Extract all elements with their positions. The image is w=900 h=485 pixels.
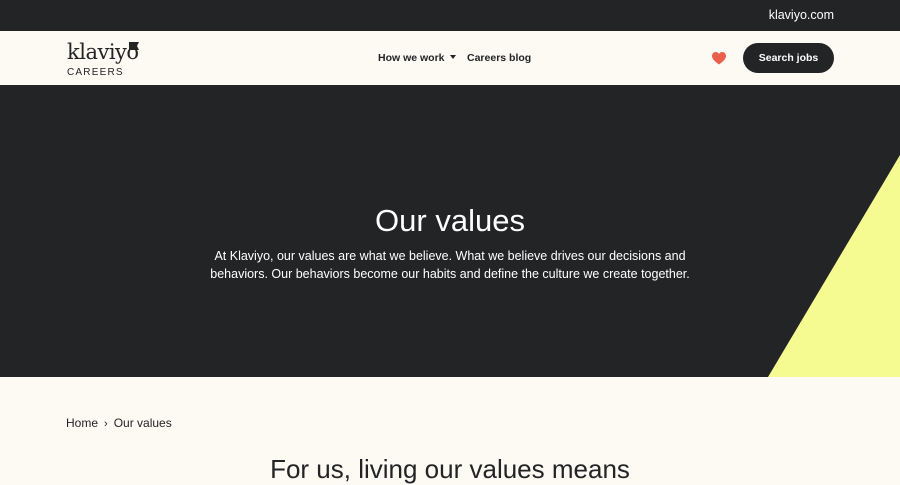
nav-how-we-work-label: How we work bbox=[378, 52, 445, 64]
logo-wordmark: klaviyo bbox=[67, 40, 139, 64]
breadcrumb-current: Our values bbox=[113, 416, 172, 430]
top-bar: klaviyo.com bbox=[0, 0, 900, 31]
logo-subtitle: CAREERS bbox=[67, 67, 124, 78]
nav-how-we-work[interactable]: How we work bbox=[378, 52, 456, 64]
klaviyo-com-link[interactable]: klaviyo.com bbox=[769, 8, 834, 22]
breadcrumb: Home › Our values bbox=[66, 416, 172, 430]
nav-careers-blog[interactable]: Careers blog bbox=[467, 52, 531, 64]
caret-down-icon bbox=[449, 55, 456, 60]
breadcrumb-home[interactable]: Home bbox=[66, 416, 98, 430]
page-title: Our values bbox=[375, 203, 525, 238]
klaviyo-careers-logo[interactable]: klaviyo CAREERS bbox=[67, 40, 157, 80]
heart-icon[interactable] bbox=[712, 52, 726, 65]
search-jobs-button[interactable]: Search jobs bbox=[743, 43, 834, 73]
breadcrumb-separator: › bbox=[104, 418, 108, 430]
hero-description: At Klaviyo, our values are what we belie… bbox=[210, 249, 690, 281]
section-title: For us, living our values means bbox=[270, 454, 630, 484]
flag-icon bbox=[129, 42, 139, 50]
hero-banner: Our values At Klaviyo, our values are wh… bbox=[0, 85, 900, 377]
main-nav: klaviyo CAREERS How we work Careers blog… bbox=[0, 31, 900, 85]
